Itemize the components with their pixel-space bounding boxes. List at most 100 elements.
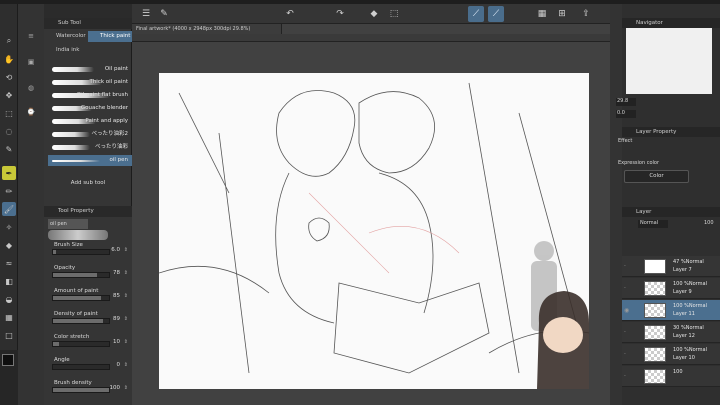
tab-india-ink[interactable]: India ink [44,45,88,56]
pencil-icon[interactable]: ✏ [2,184,16,198]
layer-row[interactable]: · 100 %Normal Layer 10 [622,344,720,365]
redo-icon[interactable]: ↷ [332,6,348,22]
layer-row[interactable]: · 100 [622,366,720,387]
zoom-icon[interactable]: ⌕ [2,34,16,48]
spin-icon[interactable]: ⇕ [124,316,128,322]
eye-icon[interactable]: ◉ [624,307,629,314]
prop-brush-size[interactable]: Brush Size 6.0 ⇕ [52,242,132,256]
transform-icon[interactable]: ⬚ [386,6,402,22]
prop-value[interactable]: 100 [110,385,121,391]
navigator-thumbnail[interactable] [626,28,712,94]
expression-color-dropdown[interactable]: Color [624,170,689,183]
layer-icon[interactable]: ⊞ [554,6,570,22]
brush-icon[interactable]: 🖌 [2,202,16,216]
prop-slider[interactable] [52,249,110,255]
layer-row[interactable]: ◉ 100 %Normal Layer 11 [622,300,720,321]
brush-oil-paint[interactable]: Oil paint [48,64,132,75]
fill-icon[interactable]: ◆ [2,238,16,252]
prop-color-stretch[interactable]: Color stretch 10 ⇕ [52,334,132,348]
layer-blend: 100 %Normal [673,281,707,287]
tool-name-box: oil pen [48,219,88,229]
rotate-icon[interactable]: ⟲ [2,70,16,84]
prop-slider[interactable] [52,318,110,324]
brush-betta[interactable]: べったり油彩 [48,142,132,153]
color-wheel-icon[interactable]: ◍ [22,80,40,96]
prop-angle[interactable]: Angle 0 ⇕ [52,357,132,371]
prop-amount-of-paint[interactable]: Amount of paint 85 ⇕ [52,288,132,302]
layer-opacity-value[interactable]: 100 [704,220,714,226]
ruler-icon[interactable]: ⟋ [488,6,504,22]
spin-icon[interactable]: ⇕ [124,293,128,299]
blend-icon[interactable]: ≈ [2,256,16,270]
eyedropper-icon[interactable]: ✎ [2,142,16,156]
spin-icon[interactable]: ⇕ [124,270,128,276]
document-tab[interactable]: Final artwork* (4000 x 2948px 300dpi 29.… [132,24,282,34]
eye-icon[interactable]: · [624,373,626,380]
zoom-field[interactable]: 29.8 [616,98,636,106]
prop-brush-density[interactable]: Brush density 100 ⇕ [52,380,132,394]
bucket-icon[interactable]: ◒ [2,292,16,306]
prop-value[interactable]: 78 [113,270,120,276]
spin-icon[interactable]: ⇕ [124,247,128,253]
add-sub-tool-button[interactable]: Add sub tool [44,176,132,190]
brush-category-icon[interactable]: ≡ [22,28,40,44]
brush-gouache[interactable]: Gouache blender [48,103,132,114]
layer-row[interactable]: · 47 %Normal Layer 7 [622,256,720,277]
pen-icon[interactable]: ✒ [2,166,16,180]
brush-oil-pen[interactable]: oil pen [48,155,132,166]
prop-value[interactable]: 6.0 [111,247,120,253]
prop-slider[interactable] [52,364,110,370]
color-swatch-area[interactable] [0,350,18,405]
brush-paint-apply[interactable]: Paint and apply [48,116,132,127]
pen-tool-icon[interactable]: ✎ [156,6,172,22]
prop-slider[interactable] [52,295,110,301]
history-icon[interactable]: ⌚ [22,104,40,120]
move-icon[interactable]: ✥ [2,88,16,102]
eye-icon[interactable]: · [624,263,626,270]
main-color-swatch[interactable] [2,354,14,366]
tab-watercolor[interactable]: Watercolor [44,31,88,42]
prop-density-of-paint[interactable]: Density of paint 89 ⇕ [52,311,132,325]
eye-icon[interactable]: · [624,285,626,292]
spin-icon[interactable]: ⇕ [124,385,128,391]
lasso-icon[interactable]: ◌ [2,124,16,138]
prop-slider[interactable] [52,387,110,393]
prop-slider[interactable] [52,272,110,278]
eye-icon[interactable]: · [624,329,626,336]
layer-row[interactable]: · 100 %Normal Layer 9 [622,278,720,299]
spin-icon[interactable]: ⇕ [124,362,128,368]
stabilize-icon[interactable]: ⟋ [468,6,484,22]
airbrush-icon[interactable]: ✧ [2,220,16,234]
figure-icon[interactable]: □ [2,328,16,342]
blend-mode-select[interactable]: Normal [638,220,668,228]
prop-value[interactable]: 10 [113,339,120,345]
layer-row[interactable]: · 30 %Normal Layer 12 [622,322,720,343]
prop-value[interactable]: 0 [117,362,121,368]
eraser-icon[interactable]: ◧ [2,274,16,288]
menu-icon[interactable]: ☰ [138,6,154,22]
tool-property-panel: Tool Property oil pen Brush Size 6.0 ⇕ Op… [44,206,132,405]
canvas-paper[interactable] [158,73,590,389]
undo-icon[interactable]: ↶ [282,6,298,22]
fill-action-icon[interactable]: ◆ [366,6,382,22]
brush-flat[interactable]: Oil paint flat brush [48,90,132,101]
export-icon[interactable]: ⇪ [578,6,594,22]
layer-name: Layer 11 [673,311,695,317]
brush-betta2[interactable]: べったり油彩2 [48,129,132,140]
gradient-icon[interactable]: ▦ [2,310,16,324]
spin-icon[interactable]: ⇕ [124,339,128,345]
tab-thick-paint[interactable]: Thick paint [88,31,132,42]
material-icon[interactable]: ▣ [22,54,40,70]
layer-name: Layer 12 [673,333,695,339]
prop-slider-fill [53,342,59,346]
prop-value[interactable]: 85 [113,293,120,299]
eye-icon[interactable]: · [624,351,626,358]
rotate-field[interactable]: 0.0 [616,110,636,118]
prop-value[interactable]: 89 [113,316,120,322]
snap-icon[interactable]: ▦ [534,6,550,22]
prop-slider[interactable] [52,341,110,347]
select-icon[interactable]: ⬚ [2,106,16,120]
prop-opacity[interactable]: Opacity 78 ⇕ [52,265,132,279]
brush-thick-oil[interactable]: Thick oil paint [48,77,132,88]
hand-icon[interactable]: ✋ [2,52,16,66]
